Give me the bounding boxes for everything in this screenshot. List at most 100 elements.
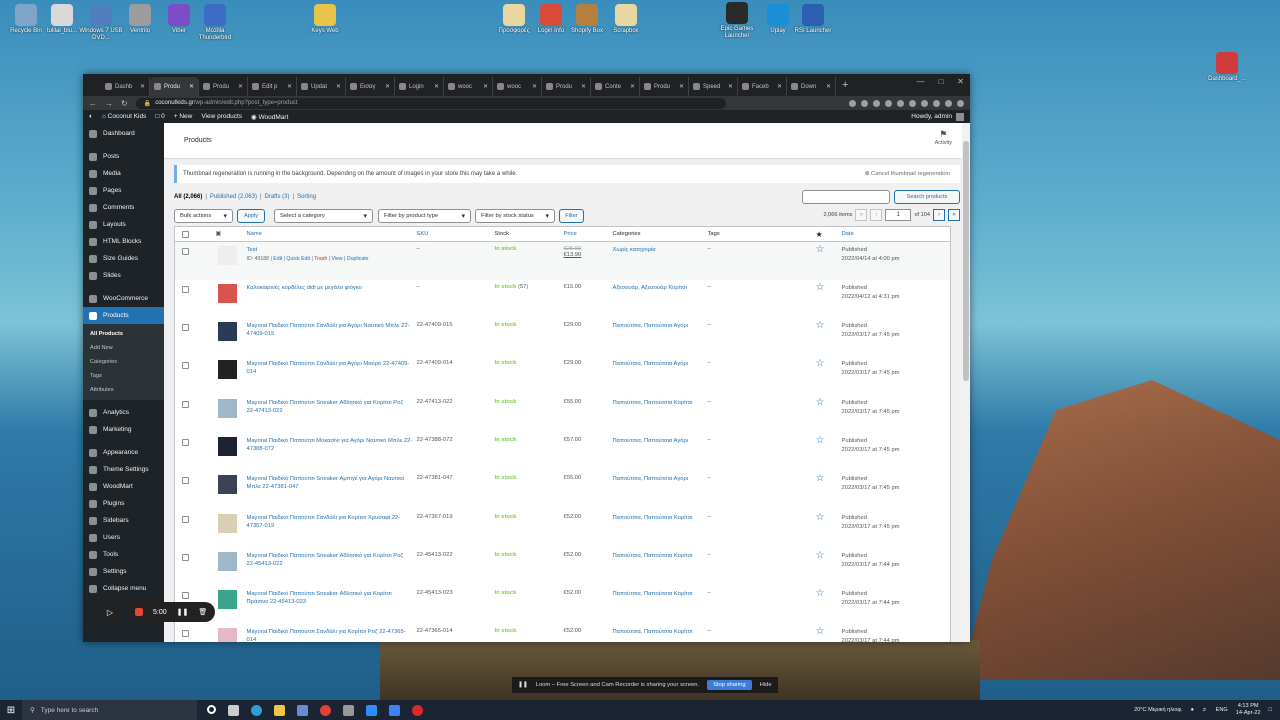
product-thumbnail[interactable] xyxy=(217,628,237,642)
browser-tab[interactable]: Speed ✕ xyxy=(689,77,738,96)
account-menu[interactable]: Howdy, admin xyxy=(911,112,964,121)
tab-close-icon[interactable]: ✕ xyxy=(679,83,684,90)
menu-item-analytics[interactable]: Analytics xyxy=(83,404,164,421)
duplicate-link[interactable]: Duplicate xyxy=(347,256,369,262)
tab-close-icon[interactable]: ✕ xyxy=(238,83,243,90)
product-type-select[interactable]: Filter by product type xyxy=(378,209,471,223)
tab-close-icon[interactable]: ✕ xyxy=(581,83,586,90)
featured-star-icon[interactable]: ☆ xyxy=(816,282,825,293)
product-categories[interactable]: Παπούτσια, Παπούτσια Αγόρι xyxy=(613,438,689,444)
product-name-link[interactable]: Mayoral Παιδικό Παπούτσι Σανδάλι για Κορ… xyxy=(247,514,413,530)
desktop-shortcut[interactable]: Epic Games Launcher xyxy=(715,2,759,40)
product-name-link[interactable]: Mayoral Παιδικό Παπούτσι Σανδάλι για Αγό… xyxy=(247,322,413,338)
browser-tab[interactable]: Conte ✕ xyxy=(591,77,640,96)
product-categories[interactable]: Παπούτσια, Παπούτσια Αγόρι xyxy=(613,323,689,329)
activity-button[interactable]: ⚑ Activity xyxy=(935,129,952,146)
browser-tab[interactable]: Down ✕ xyxy=(787,77,836,96)
menu-item-sidebars[interactable]: Sidebars xyxy=(83,512,164,529)
view-published-link[interactable]: Published (2,063) xyxy=(210,194,257,200)
mail-icon[interactable] xyxy=(343,704,354,716)
select-all-checkbox[interactable] xyxy=(182,230,189,238)
extension-icon[interactable] xyxy=(861,99,868,107)
product-name-link[interactable]: Mayoral Παιδικό Παπούτσι Σανδάλι για Αγό… xyxy=(247,360,413,376)
submenu-item-categories[interactable]: Categories xyxy=(83,355,164,369)
row-checkbox[interactable] xyxy=(182,248,189,255)
desktop-shortcut[interactable]: Mozilla Thunderbird xyxy=(193,4,237,42)
product-thumbnail[interactable] xyxy=(217,475,237,495)
product-categories[interactable]: Χωρίς κατηγορία xyxy=(613,247,656,253)
view-all-link[interactable]: All (2,066) xyxy=(174,194,202,200)
todo-icon[interactable] xyxy=(389,704,400,716)
product-categories[interactable]: Παπούτσια, Παπούτσια Κορίτσι xyxy=(613,400,693,406)
tab-close-icon[interactable]: ✕ xyxy=(728,83,733,90)
clock[interactable]: 4:13 PM 14-Apr-22 xyxy=(1236,703,1261,717)
product-thumbnail[interactable] xyxy=(217,322,237,342)
column-date[interactable]: Date xyxy=(839,226,951,242)
desktop-shortcut[interactable]: RSI Launcher xyxy=(791,4,835,35)
menu-item-woocommerce[interactable]: WooCommerce xyxy=(83,290,164,307)
menu-item-media[interactable]: Media xyxy=(83,165,164,182)
product-thumbnail[interactable] xyxy=(217,398,237,418)
image-column-icon[interactable]: ▣ xyxy=(216,231,221,237)
menu-item-settings[interactable]: Settings xyxy=(83,563,164,580)
network-icon[interactable]: ● xyxy=(1191,707,1194,713)
row-checkbox[interactable] xyxy=(182,592,189,600)
extension-icon[interactable] xyxy=(849,99,856,107)
scrollbar-thumb[interactable] xyxy=(963,141,969,381)
product-categories[interactable]: Παπούτσια, Παπούτσια Αγόρι xyxy=(613,361,689,367)
current-page-input[interactable]: 1 xyxy=(885,209,912,221)
camera-toggle-button[interactable]: ▷ xyxy=(99,602,121,622)
product-name-link[interactable]: Mayoral Παιδικό Παπούτσι Sneaker Αθλητικ… xyxy=(247,399,413,415)
browser-tab[interactable]: wooc ✕ xyxy=(493,77,542,96)
featured-star-icon[interactable]: ☆ xyxy=(816,320,825,331)
reload-icon[interactable]: ↻ xyxy=(121,99,128,108)
menu-item-tools[interactable]: Tools xyxy=(83,546,164,563)
product-name-link[interactable]: Mayoral Παιδικό Παπούτσι Sneaker Αθλητικ… xyxy=(247,552,413,568)
wordpress-logo-icon[interactable]: ◐ xyxy=(89,113,93,120)
stock-status-select[interactable]: Filter by stock status xyxy=(475,209,555,223)
woodmart-link[interactable]: ◉ WoodMart xyxy=(251,113,288,121)
windows-start-icon[interactable]: ⊞ xyxy=(0,705,22,716)
menu-item-layouts[interactable]: Layouts xyxy=(83,216,164,233)
product-thumbnail[interactable] xyxy=(217,360,237,380)
featured-star-icon[interactable]: ☆ xyxy=(816,473,825,484)
product-thumbnail[interactable] xyxy=(217,551,237,571)
tab-close-icon[interactable]: ✕ xyxy=(777,83,782,90)
featured-star-icon[interactable]: ☆ xyxy=(816,358,825,369)
menu-item-marketing[interactable]: Marketing xyxy=(83,421,164,438)
tab-close-icon[interactable]: ✕ xyxy=(434,83,439,90)
pause-icon[interactable]: ❚❚ xyxy=(177,608,189,616)
desktop-shortcut[interactable]: Dashboard_... xyxy=(1205,52,1249,83)
stop-recording-icon[interactable] xyxy=(135,608,143,616)
product-thumbnail[interactable] xyxy=(217,283,237,303)
featured-star-icon[interactable]: ☆ xyxy=(816,397,825,408)
menu-item-pages[interactable]: Pages xyxy=(83,182,164,199)
featured-star-icon[interactable]: ☆ xyxy=(816,435,825,446)
hide-button[interactable]: Hide xyxy=(760,682,772,688)
browser-tab[interactable]: wooc ✕ xyxy=(444,77,493,96)
product-thumbnail[interactable] xyxy=(217,246,237,265)
product-thumbnail[interactable] xyxy=(217,513,237,533)
filter-button[interactable]: Filter xyxy=(559,209,584,223)
view-drafts-link[interactable]: Drafts (3) xyxy=(265,194,290,200)
featured-column-icon[interactable]: ★ xyxy=(816,230,823,239)
menu-item-size-guides[interactable]: Size Guides xyxy=(83,250,164,267)
menu-icon[interactable] xyxy=(957,99,964,107)
browser-tab[interactable]: Produ ✕ xyxy=(199,77,248,96)
menu-item-slides[interactable]: Slides xyxy=(83,267,164,284)
row-checkbox[interactable] xyxy=(182,630,189,638)
column-price[interactable]: Price xyxy=(561,226,611,242)
product-name-link[interactable]: Καλοκαιρινές κορδέλες didi με μεγάλο φιό… xyxy=(247,284,413,292)
featured-star-icon[interactable]: ☆ xyxy=(816,512,825,523)
next-page-button[interactable]: › xyxy=(933,209,945,221)
extension-icon[interactable] xyxy=(873,99,880,107)
menu-item-comments[interactable]: Comments xyxy=(83,199,164,216)
opera-icon[interactable] xyxy=(412,704,423,716)
search-input[interactable] xyxy=(802,190,890,204)
category-select[interactable]: Select a category xyxy=(274,209,373,223)
cortana-icon[interactable] xyxy=(207,704,216,714)
browser-tab[interactable]: Dashb ✕ xyxy=(101,77,150,96)
product-categories[interactable]: Παπούτσια, Παπούτσια Κορίτσι xyxy=(613,553,693,559)
minimize-icon[interactable]: — xyxy=(916,77,924,86)
row-checkbox[interactable] xyxy=(182,438,189,446)
